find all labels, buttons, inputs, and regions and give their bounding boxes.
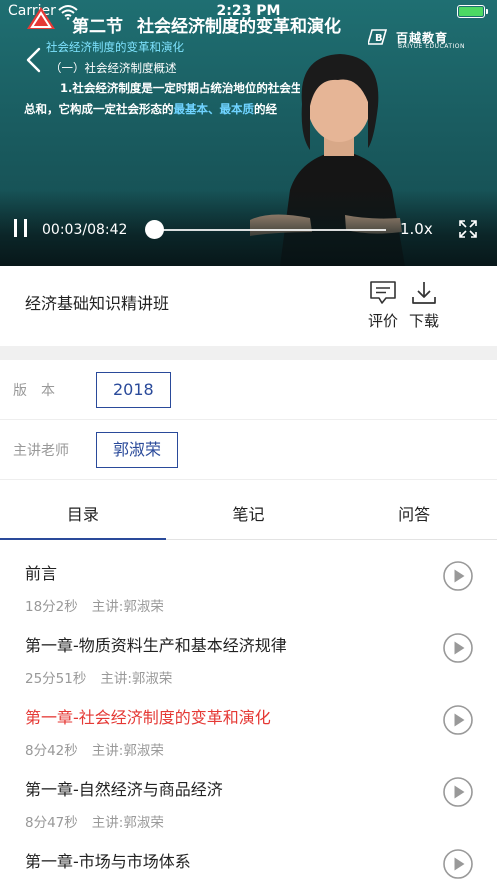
download-label: 下载 <box>408 312 439 330</box>
download-icon <box>412 282 436 304</box>
slide-title: 第二节 社会经济制度的变革和演化 <box>72 12 341 37</box>
list-item[interactable]: 第一章-市场与市场体系 <box>0 828 497 883</box>
tab-bar: 目录 笔记 问答 <box>0 492 497 540</box>
play-circle-icon[interactable] <box>442 560 474 592</box>
comment-icon <box>370 281 396 304</box>
slide-section: 第二节 <box>72 17 123 37</box>
play-circle-icon[interactable] <box>442 848 474 880</box>
slide-subsection: （一）社会经济制度概述 <box>50 61 177 75</box>
tab-qa[interactable]: 问答 <box>331 492 497 539</box>
svg-text:B: B <box>375 33 383 44</box>
battery-icon <box>457 5 488 18</box>
video-player[interactable]: Carrier 2:23 PM 第二节 社会经济制度的变革和演化 B 百越教育 B… <box>0 0 497 266</box>
brand-logo: B 百越教育 BAIYUE EDUCATION <box>368 28 465 50</box>
logo-subtext: BAIYUE EDUCATION <box>398 43 466 50</box>
lesson-title: 前言 <box>25 564 58 583</box>
slide-highlight: 最基本、最本质 <box>173 102 255 116</box>
play-circle-icon[interactable] <box>442 704 474 736</box>
lesson-title: 第一章-社会经济制度的变革和演化 <box>25 708 271 727</box>
list-item[interactable]: 第一章-自然经济与商品经济 8分47秒 主讲:郭淑荣 <box>0 756 497 831</box>
list-item-current[interactable]: 第一章-社会经济制度的变革和演化 8分42秒 主讲:郭淑荣 <box>0 684 497 759</box>
tab-catalog[interactable]: 目录 <box>0 492 166 540</box>
lesson-list: 前言 18分2秒 主讲:郭淑荣 第一章-物质资料生产和基本经济规律 25分51秒主… <box>0 540 497 883</box>
speed-button[interactable]: 1.0x <box>400 220 433 238</box>
playback-time: 00:03/08:42 <box>42 222 128 238</box>
slide-text-line: 总和，它构成一定社会形态的最基本、最本质的经 <box>24 101 299 117</box>
course-title: 经济基础知识精讲班 <box>25 294 170 313</box>
fullscreen-icon[interactable] <box>458 219 478 239</box>
review-label: 评价 <box>367 312 398 330</box>
lesson-title: 第一章-市场与市场体系 <box>25 852 191 871</box>
review-button[interactable]: 评价 <box>363 280 403 331</box>
list-item[interactable]: 第一章-物质资料生产和基本经济规律 25分51秒 主讲:郭淑荣 <box>0 612 497 687</box>
course-header: 经济基础知识精讲班 评价 下载 <box>0 266 497 340</box>
section-divider <box>0 346 497 360</box>
version-row: 版本 2018 <box>0 360 497 420</box>
back-arrow-icon[interactable] <box>24 46 44 74</box>
spacer <box>0 480 497 492</box>
slide-text: 的经 <box>254 102 277 116</box>
seek-handle[interactable] <box>145 220 164 239</box>
warning-icon <box>27 7 55 29</box>
pause-icon[interactable] <box>12 218 30 238</box>
version-label: 版本 <box>13 383 69 399</box>
lesson-title: 第一章-物质资料生产和基本经济规律 <box>25 636 287 655</box>
teacher-label: 主讲老师 <box>13 443 69 459</box>
teacher-row: 主讲老师 郭淑荣 <box>0 420 497 480</box>
logo-icon: B <box>368 29 388 45</box>
seek-bar[interactable] <box>154 229 386 231</box>
lesson-title: 第一章-自然经济与商品经济 <box>25 780 223 799</box>
slide-text: 总和，它构成一定社会形态的 <box>24 102 174 116</box>
tab-notes[interactable]: 笔记 <box>166 492 332 539</box>
slide-subtitle: 社会经济制度的变革和演化 <box>46 40 184 54</box>
slide-text-line: 1.社会经济制度是一定时期占统治地位的社会生 <box>60 81 300 95</box>
slide-heading: 社会经济制度的变革和演化 <box>137 17 341 37</box>
download-button[interactable]: 下载 <box>404 280 444 331</box>
play-circle-icon[interactable] <box>442 632 474 664</box>
teacher-chip[interactable]: 郭淑荣 <box>96 432 179 468</box>
version-chip[interactable]: 2018 <box>96 372 171 408</box>
play-circle-icon[interactable] <box>442 776 474 808</box>
list-item[interactable]: 前言 18分2秒 主讲:郭淑荣 <box>0 540 497 615</box>
